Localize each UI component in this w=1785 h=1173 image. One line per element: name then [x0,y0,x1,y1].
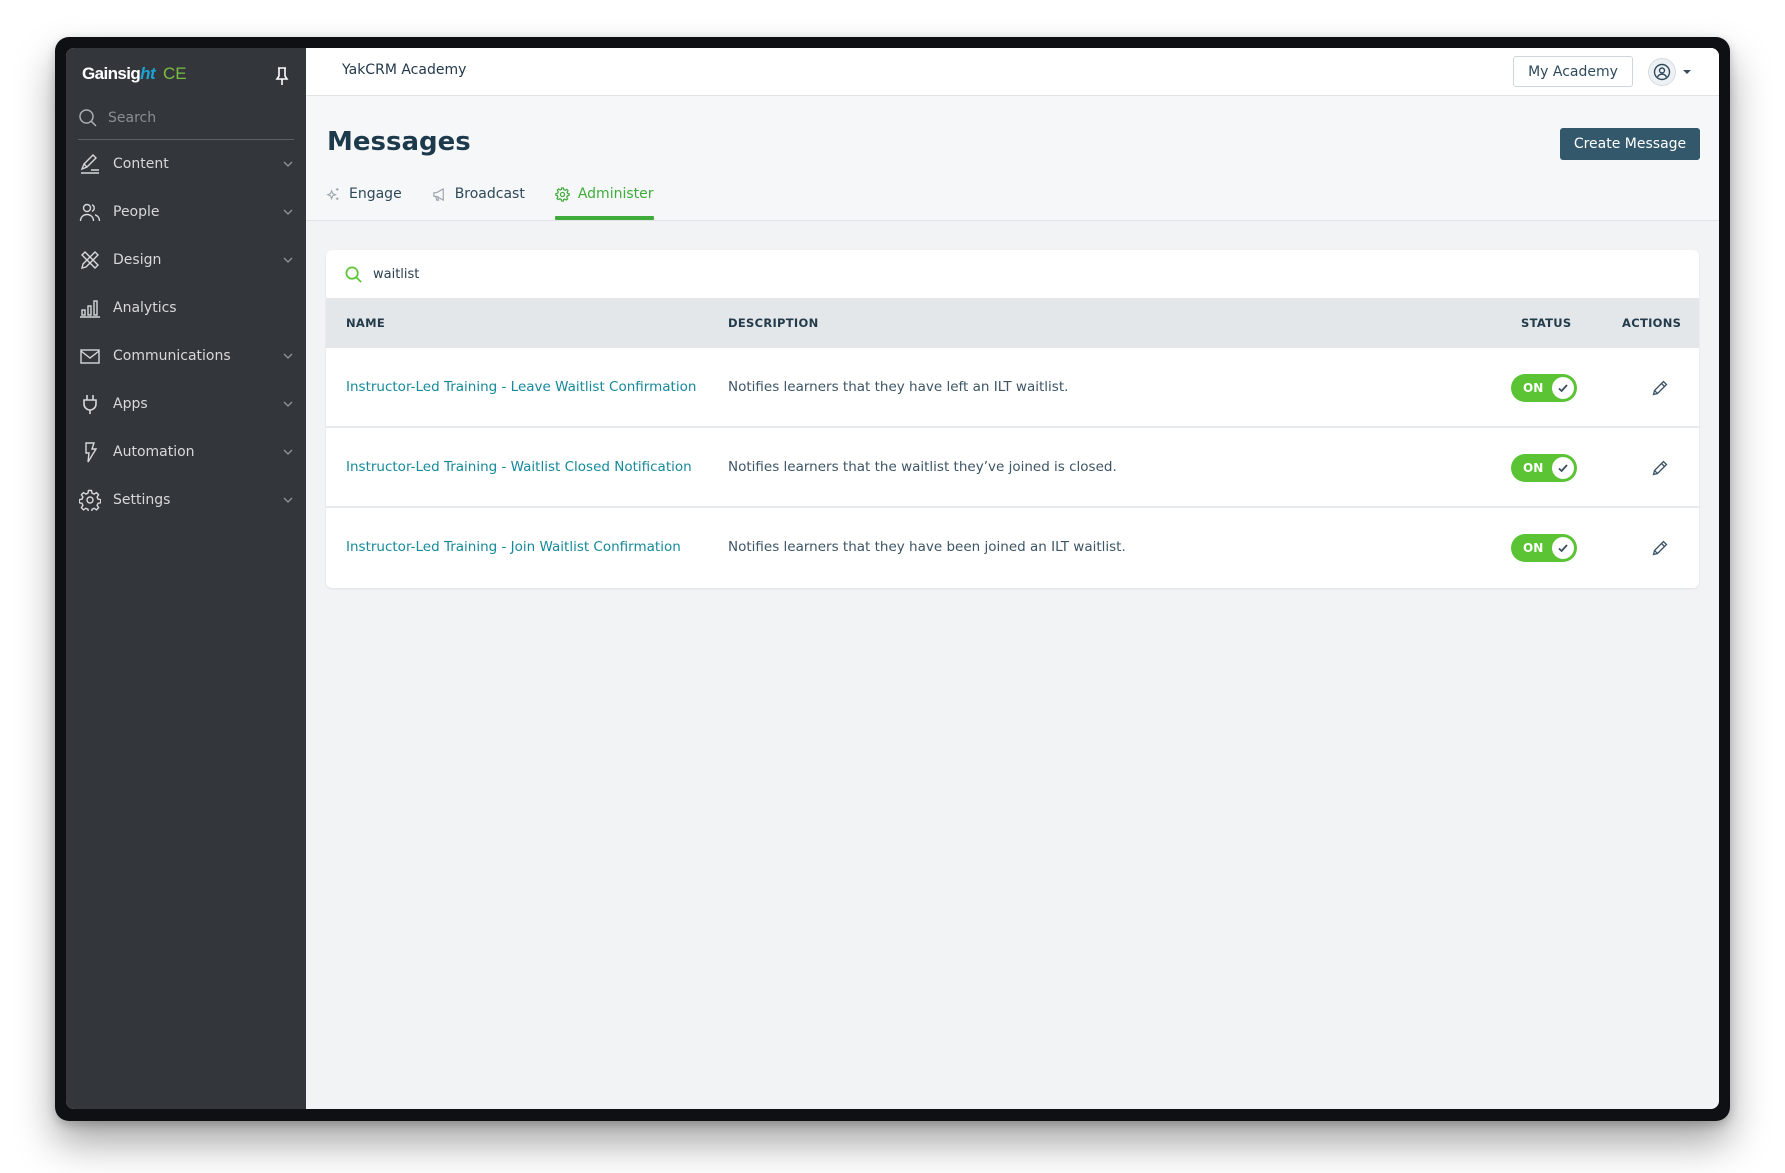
page-header: Messages Create Message Engage Broadcast… [306,96,1719,221]
chevron-down-icon [283,449,293,455]
edit-pencil-icon[interactable] [1651,379,1669,397]
sidebar-search[interactable]: Search [78,104,294,132]
top-bar: YakCRM Academy My Academy [306,48,1719,96]
gear-icon [555,186,570,202]
create-message-button[interactable]: Create Message [1560,128,1700,160]
chevron-down-icon [283,497,293,503]
sparkle-icon [326,187,339,200]
column-header-description: DESCRIPTION [728,316,819,330]
app-window: Gainsig ht CE Search Content People Design [66,48,1719,1109]
message-description: Notifies learners that they have been jo… [728,539,1126,555]
sidebar-item-label: Analytics [113,300,177,316]
sidebar-item-label: Apps [113,396,148,412]
status-toggle[interactable]: ON [1511,454,1577,482]
sidebar-item-content[interactable]: Content [66,140,306,188]
logo-text: Gainsig [82,64,141,83]
table-row: Instructor-Led Training - Join Waitlist … [326,508,1699,588]
avatar [1648,58,1676,86]
table-body: Instructor-Led Training - Leave Waitlist… [326,348,1699,588]
message-name-link[interactable]: Instructor-Led Training - Join Waitlist … [346,539,681,555]
sidebar-item-label: People [113,204,160,220]
gainsight-logo[interactable]: Gainsig ht CE [82,64,187,88]
messages-table-card: NAME DESCRIPTION STATUS ACTIONS Instruct… [326,250,1699,588]
sidebar-item-design[interactable]: Design [66,236,306,284]
logo-suffix: CE [163,64,187,83]
table-header: NAME DESCRIPTION STATUS ACTIONS [326,298,1699,348]
sidebar-item-label: Communications [113,348,231,364]
search-icon [345,266,362,283]
message-description: Notifies learners that the waitlist they… [728,459,1117,475]
sidebar-item-people[interactable]: People [66,188,306,236]
message-description: Notifies learners that they have left an… [728,379,1069,395]
sidebar-item-label: Design [113,252,162,268]
tab-engage[interactable]: Engage [326,176,402,220]
user-menu[interactable] [1648,58,1700,86]
gear-icon [79,489,101,511]
megaphone-icon [433,187,444,201]
sidebar-item-label: Content [113,156,169,172]
sidebar-search-placeholder: Search [108,110,157,126]
table-search-input[interactable] [373,266,973,282]
sidebar-item-analytics[interactable]: Analytics [66,284,306,332]
lightning-icon [85,442,98,463]
page-title: Messages [327,127,471,157]
sidebar-item-communications[interactable]: Communications [66,332,306,380]
toggle-label: ON [1523,381,1544,395]
design-tools-icon [81,251,99,269]
user-circle-icon [1653,63,1671,81]
check-icon [1558,544,1568,553]
chevron-down-icon [283,257,293,263]
sidebar-item-automation[interactable]: Automation [66,428,306,476]
pin-icon[interactable] [274,66,290,86]
chevron-down-icon [283,353,293,359]
chevron-down-icon [283,161,293,167]
community-name[interactable]: YakCRM Academy [342,62,466,78]
status-toggle[interactable]: ON [1511,534,1577,562]
pen-icon [80,154,99,174]
my-academy-button[interactable]: My Academy [1513,56,1633,87]
toggle-label: ON [1523,541,1544,555]
tab-label: Administer [577,186,654,202]
search-icon [79,109,97,127]
edit-pencil-icon[interactable] [1651,539,1669,557]
sidebar: Gainsig ht CE Search Content People Design [66,48,306,1109]
caret-down-icon [1683,70,1691,74]
plug-icon [83,395,97,414]
tab-label: Engage [349,186,402,202]
table-search[interactable] [326,250,1699,298]
edit-pencil-icon[interactable] [1651,459,1669,477]
message-tabs: Engage Broadcast Administer [326,176,684,220]
sidebar-item-label: Settings [113,492,171,508]
table-row: Instructor-Led Training - Waitlist Close… [326,428,1699,508]
column-header-name[interactable]: NAME [346,316,385,330]
table-row: Instructor-Led Training - Leave Waitlist… [326,348,1699,428]
status-toggle[interactable]: ON [1511,374,1577,402]
sidebar-item-apps[interactable]: Apps [66,380,306,428]
envelope-icon [80,349,100,364]
check-icon [1558,384,1568,393]
tab-label: Broadcast [454,186,525,202]
column-header-actions: ACTIONS [1622,316,1682,330]
bar-chart-icon [80,300,100,318]
message-name-link[interactable]: Instructor-Led Training - Leave Waitlist… [346,379,696,395]
sidebar-item-label: Automation [113,444,195,460]
message-name-link[interactable]: Instructor-Led Training - Waitlist Close… [346,459,692,475]
toggle-label: ON [1523,461,1544,475]
sidebar-item-settings[interactable]: Settings [66,476,306,524]
chevron-down-icon [283,209,293,215]
column-header-status: STATUS [1521,316,1572,330]
sidebar-nav: Content People Design Analytics Communic… [66,140,306,524]
people-icon [79,203,101,222]
logo-accent-text: ht [140,64,156,83]
tab-broadcast[interactable]: Broadcast [432,176,525,220]
check-icon [1558,464,1568,473]
tab-administer[interactable]: Administer [554,176,654,220]
chevron-down-icon [283,401,293,407]
